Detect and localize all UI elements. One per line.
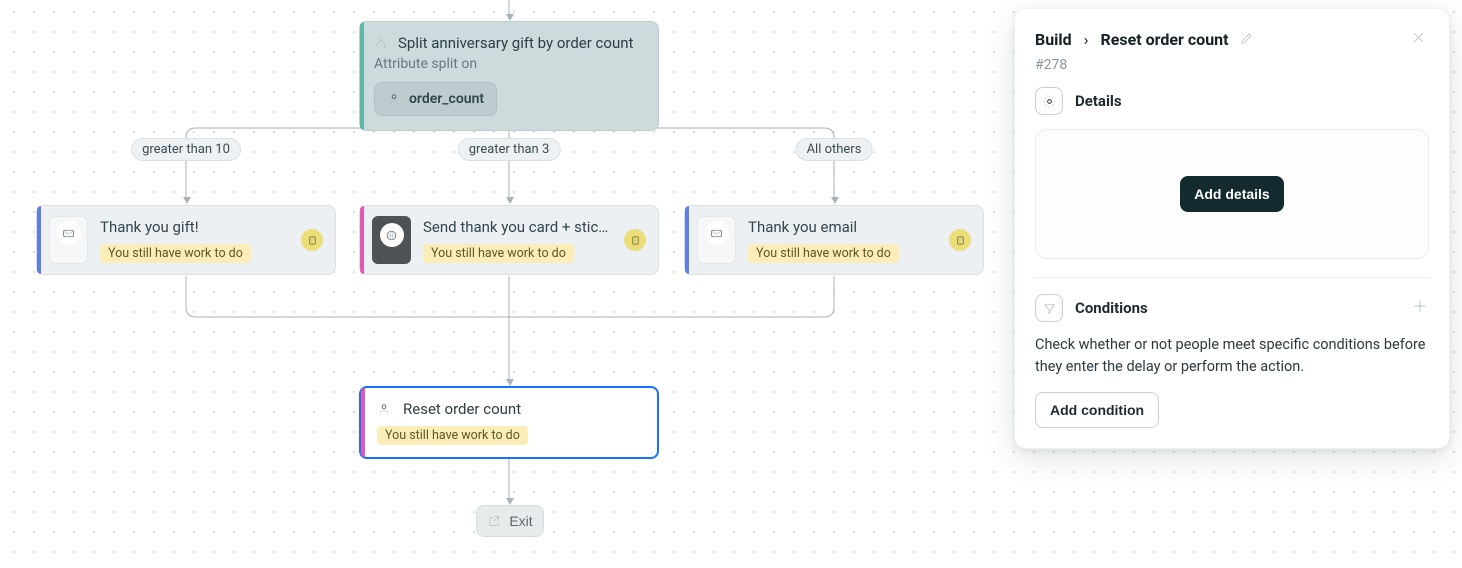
card-thumb	[49, 216, 88, 264]
mail-icon	[62, 227, 75, 240]
arrow-icon	[506, 14, 514, 21]
exit-label: Exit	[509, 513, 532, 529]
selected-node-title: Reset order count	[403, 400, 521, 418]
status-badge: You still have work to do	[100, 244, 251, 263]
draft-icon	[949, 229, 971, 251]
conditions-description: Check whether or not people meet specifi…	[1035, 334, 1429, 378]
panel-title: Reset order count	[1100, 30, 1228, 49]
selected-node-reset-order-count[interactable]: Reset order count You still have work to…	[359, 386, 659, 459]
action-card-gift[interactable]: Thank you gift! You still have work to d…	[36, 205, 336, 275]
card-stripe	[360, 206, 364, 274]
breadcrumb-root[interactable]: Build	[1035, 30, 1072, 49]
arrow-icon	[506, 498, 514, 505]
card-title: Send thank you card + stic…	[423, 218, 612, 236]
split-node[interactable]: Split anniversary gift by order count At…	[359, 21, 659, 131]
close-icon	[1410, 29, 1427, 46]
card-thumb	[372, 216, 411, 264]
details-title: Details	[1075, 92, 1122, 110]
panel-hash: #278	[1015, 51, 1449, 87]
edit-title-button[interactable]	[1237, 28, 1257, 51]
status-badge: You still have work to do	[377, 426, 528, 445]
arrow-icon	[831, 197, 839, 204]
branch-pill[interactable]: All others	[796, 138, 873, 161]
mail-icon	[710, 227, 723, 240]
pencil-icon	[1239, 30, 1255, 46]
card-title: Thank you gift!	[100, 218, 289, 236]
card-title: Thank you email	[748, 218, 937, 236]
draft-icon	[624, 229, 646, 251]
panel-header: Build › Reset order count	[1015, 9, 1449, 51]
side-panel: Build › Reset order count #278 Details A…	[1014, 8, 1450, 449]
branch-pill[interactable]: greater than 10	[131, 138, 241, 161]
arrow-icon	[506, 379, 514, 386]
card-stripe	[37, 206, 41, 274]
details-box: Add details	[1035, 129, 1429, 259]
details-section-title: Details	[1035, 87, 1429, 115]
attribute-chip[interactable]: order_count	[374, 82, 497, 116]
card-thumb	[697, 216, 736, 264]
add-condition-button[interactable]: Add condition	[1035, 392, 1159, 428]
divider	[1035, 277, 1429, 278]
attribute-name: order_count	[409, 91, 484, 107]
arrow-icon	[506, 197, 514, 204]
close-panel-button[interactable]	[1408, 27, 1429, 51]
globe-icon	[385, 229, 398, 242]
person-icon	[387, 92, 401, 106]
external-link-icon	[487, 514, 501, 528]
action-card-email[interactable]: Thank you email You still have work to d…	[684, 205, 984, 275]
split-title: Split anniversary gift by order count	[398, 34, 633, 52]
split-subtitle: Attribute split on	[374, 56, 644, 72]
person-icon	[377, 402, 391, 416]
arrow-icon	[183, 197, 191, 204]
chevron-right-icon: ›	[1084, 30, 1089, 49]
action-card-sticker[interactable]: Send thank you card + stic… You still ha…	[359, 205, 659, 275]
split-icon	[374, 36, 388, 50]
add-condition-icon-button[interactable]	[1411, 297, 1429, 319]
add-details-button[interactable]: Add details	[1180, 176, 1283, 212]
conditions-title: Conditions	[1075, 299, 1148, 317]
gear-icon	[1035, 87, 1063, 115]
filter-icon	[1035, 294, 1063, 322]
status-badge: You still have work to do	[748, 244, 899, 263]
branch-pill[interactable]: greater than 3	[458, 138, 561, 161]
card-stripe	[685, 206, 689, 274]
status-badge: You still have work to do	[423, 244, 574, 263]
draft-icon	[301, 229, 323, 251]
exit-button[interactable]: Exit	[476, 505, 544, 537]
